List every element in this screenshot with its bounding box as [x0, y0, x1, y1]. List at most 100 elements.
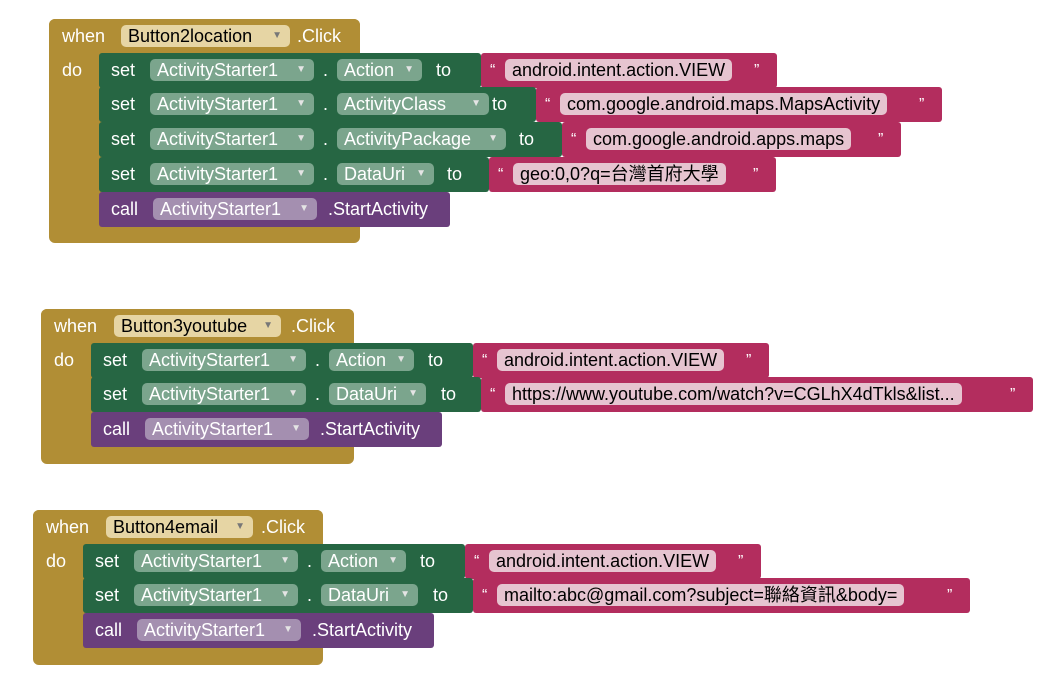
to-label: to — [441, 384, 457, 404]
triangle-down-icon: ▼ — [291, 423, 301, 434]
property-dropdown[interactable]: Action ▼ — [329, 349, 414, 371]
text-value[interactable]: android.intent.action.VIEW — [497, 349, 725, 371]
component-dropdown[interactable]: ActivityStarter1 ▼ — [150, 93, 314, 115]
component-dropdown[interactable]: ActivityStarter1 ▼ — [142, 349, 306, 371]
set-label: set — [95, 551, 120, 571]
component-dropdown[interactable]: Button4email ▼ — [106, 516, 253, 538]
text-block[interactable]: “ android.intent.action.VIEW ” — [465, 544, 761, 579]
text-value[interactable]: android.intent.action.VIEW — [505, 59, 733, 81]
when-label: when — [46, 517, 90, 537]
quote-close: ” — [753, 166, 759, 183]
quote-close: ” — [919, 96, 925, 113]
dot-separator: . — [307, 551, 313, 571]
triangle-down-icon: ▼ — [296, 64, 306, 75]
property-dropdown[interactable]: ActivityClass ▼ — [337, 93, 489, 115]
dot-separator: . — [307, 585, 313, 605]
call-label: call — [103, 419, 131, 439]
do-label: do — [46, 551, 67, 571]
to-label: to — [420, 551, 436, 571]
property-name: ActivityPackage — [344, 129, 472, 149]
component-name: Button3youtube — [121, 316, 248, 336]
triangle-down-icon: ▼ — [296, 98, 306, 109]
dot-separator: . — [323, 94, 329, 114]
text-block[interactable]: “ geo:0,0?q=台灣首府大學 ” — [489, 157, 776, 192]
component-dropdown[interactable]: ActivityStarter1 ▼ — [137, 619, 301, 641]
text-value[interactable]: geo:0,0?q=台灣首府大學 — [513, 163, 726, 185]
text-block[interactable]: “ android.intent.action.VIEW ” — [473, 343, 769, 378]
component-dropdown[interactable]: ActivityStarter1 ▼ — [134, 550, 298, 572]
to-label: to — [428, 350, 444, 370]
quote-open: “ — [571, 131, 577, 148]
quote-open: “ — [490, 62, 496, 79]
component-dropdown[interactable]: ActivityStarter1 ▼ — [134, 584, 298, 606]
component-dropdown[interactable]: ActivityStarter1 ▼ — [150, 59, 314, 81]
setter-block-action[interactable]: set ActivityStarter1 ▼ . Action ▼ to — [99, 53, 481, 88]
property-name: Action — [344, 60, 395, 80]
component-name: ActivityStarter1 — [152, 419, 274, 439]
component-dropdown[interactable]: ActivityStarter1 ▼ — [150, 128, 314, 150]
component-name: Button4email — [113, 517, 219, 537]
text-value[interactable]: com.google.android.maps.MapsActivity — [560, 93, 888, 115]
call-block-start-activity[interactable]: call ActivityStarter1 ▼ .StartActivity — [99, 192, 450, 227]
component-dropdown[interactable]: Button2location ▼ — [121, 25, 290, 47]
text-block[interactable]: “ com.google.android.maps.MapsActivity ” — [536, 87, 942, 122]
quote-close: ” — [947, 587, 953, 604]
quote-close: ” — [754, 62, 760, 79]
call-block-start-activity[interactable]: call ActivityStarter1 ▼ .StartActivity — [83, 613, 434, 648]
quote-open: “ — [498, 166, 504, 183]
component-name: ActivityStarter1 — [157, 164, 279, 184]
setter-block-activity-package[interactable]: set ActivityStarter1 ▼ . ActivityPackage ▼… — [99, 122, 562, 157]
component-dropdown[interactable]: ActivityStarter1 ▼ — [145, 418, 309, 440]
quote-open: “ — [490, 386, 496, 403]
setter-block-action[interactable]: set ActivityStarter1 ▼ . Action ▼ to — [91, 343, 473, 378]
property-dropdown[interactable]: DataUri ▼ — [321, 584, 418, 606]
triangle-down-icon: ▼ — [488, 133, 498, 144]
text-block[interactable]: “ https://www.youtube.com/watch?v=CGLhX4… — [481, 377, 1033, 412]
component-dropdown[interactable]: ActivityStarter1 ▼ — [150, 163, 314, 185]
when-label: when — [54, 316, 98, 336]
to-label: to — [433, 585, 449, 605]
text-value[interactable]: https://www.youtube.com/watch?v=CGLhX4dT… — [505, 383, 962, 405]
property-dropdown[interactable]: DataUri ▼ — [329, 383, 426, 405]
property-dropdown[interactable]: ActivityPackage ▼ — [337, 128, 506, 150]
set-label: set — [103, 350, 128, 370]
call-label: call — [111, 199, 139, 219]
triangle-down-icon: ▼ — [296, 133, 306, 144]
text-value[interactable]: com.google.android.apps.maps — [586, 128, 852, 150]
triangle-down-icon: ▼ — [283, 624, 293, 635]
property-name: DataUri — [336, 384, 398, 404]
component-dropdown[interactable]: Button3youtube ▼ — [114, 315, 281, 337]
call-block-start-activity[interactable]: call ActivityStarter1 ▼ .StartActivity — [91, 412, 442, 447]
property-dropdown[interactable]: Action ▼ — [337, 59, 422, 81]
component-name: ActivityStarter1 — [160, 199, 282, 219]
triangle-down-icon: ▼ — [280, 555, 290, 566]
setter-block-action[interactable]: set ActivityStarter1 ▼ . Action ▼ to — [83, 544, 465, 579]
text-block[interactable]: “ android.intent.action.VIEW ” — [481, 53, 777, 88]
component-name: Button2location — [128, 26, 253, 46]
property-dropdown[interactable]: Action ▼ — [321, 550, 406, 572]
when-label: when — [62, 26, 106, 46]
set-label: set — [111, 60, 136, 80]
setter-block-data-uri[interactable]: set ActivityStarter1 ▼ . DataUri ▼ to — [83, 578, 473, 613]
property-name: Action — [328, 551, 379, 571]
quote-open: “ — [474, 553, 480, 570]
quote-open: “ — [482, 352, 488, 369]
method-name: .StartActivity — [328, 199, 429, 219]
property-dropdown[interactable]: DataUri ▼ — [337, 163, 434, 185]
component-name: ActivityStarter1 — [144, 620, 266, 640]
text-value[interactable]: mailto:abc@gmail.com?subject=聯絡資訊&body= — [497, 584, 905, 606]
setter-block-data-uri[interactable]: set ActivityStarter1 ▼ . DataUri ▼ to — [99, 157, 489, 192]
dot-separator: . — [323, 60, 329, 80]
text-value[interactable]: android.intent.action.VIEW — [489, 550, 717, 572]
quote-open: “ — [482, 587, 488, 604]
text-block[interactable]: “ com.google.android.apps.maps ” — [562, 122, 901, 157]
component-name: ActivityStarter1 — [157, 60, 279, 80]
setter-block-activity-class[interactable]: set ActivityStarter1 ▼ . ActivityClass ▼ t… — [99, 87, 536, 122]
property-name: Action — [336, 350, 387, 370]
text-block[interactable]: “ mailto:abc@gmail.com?subject=聯絡資訊&body… — [473, 578, 970, 613]
component-dropdown[interactable]: ActivityStarter1 ▼ — [153, 198, 317, 220]
setter-block-data-uri[interactable]: set ActivityStarter1 ▼ . DataUri ▼ to — [91, 377, 481, 412]
dot-separator: . — [315, 384, 321, 404]
set-label: set — [111, 164, 136, 184]
component-dropdown[interactable]: ActivityStarter1 ▼ — [142, 383, 306, 405]
